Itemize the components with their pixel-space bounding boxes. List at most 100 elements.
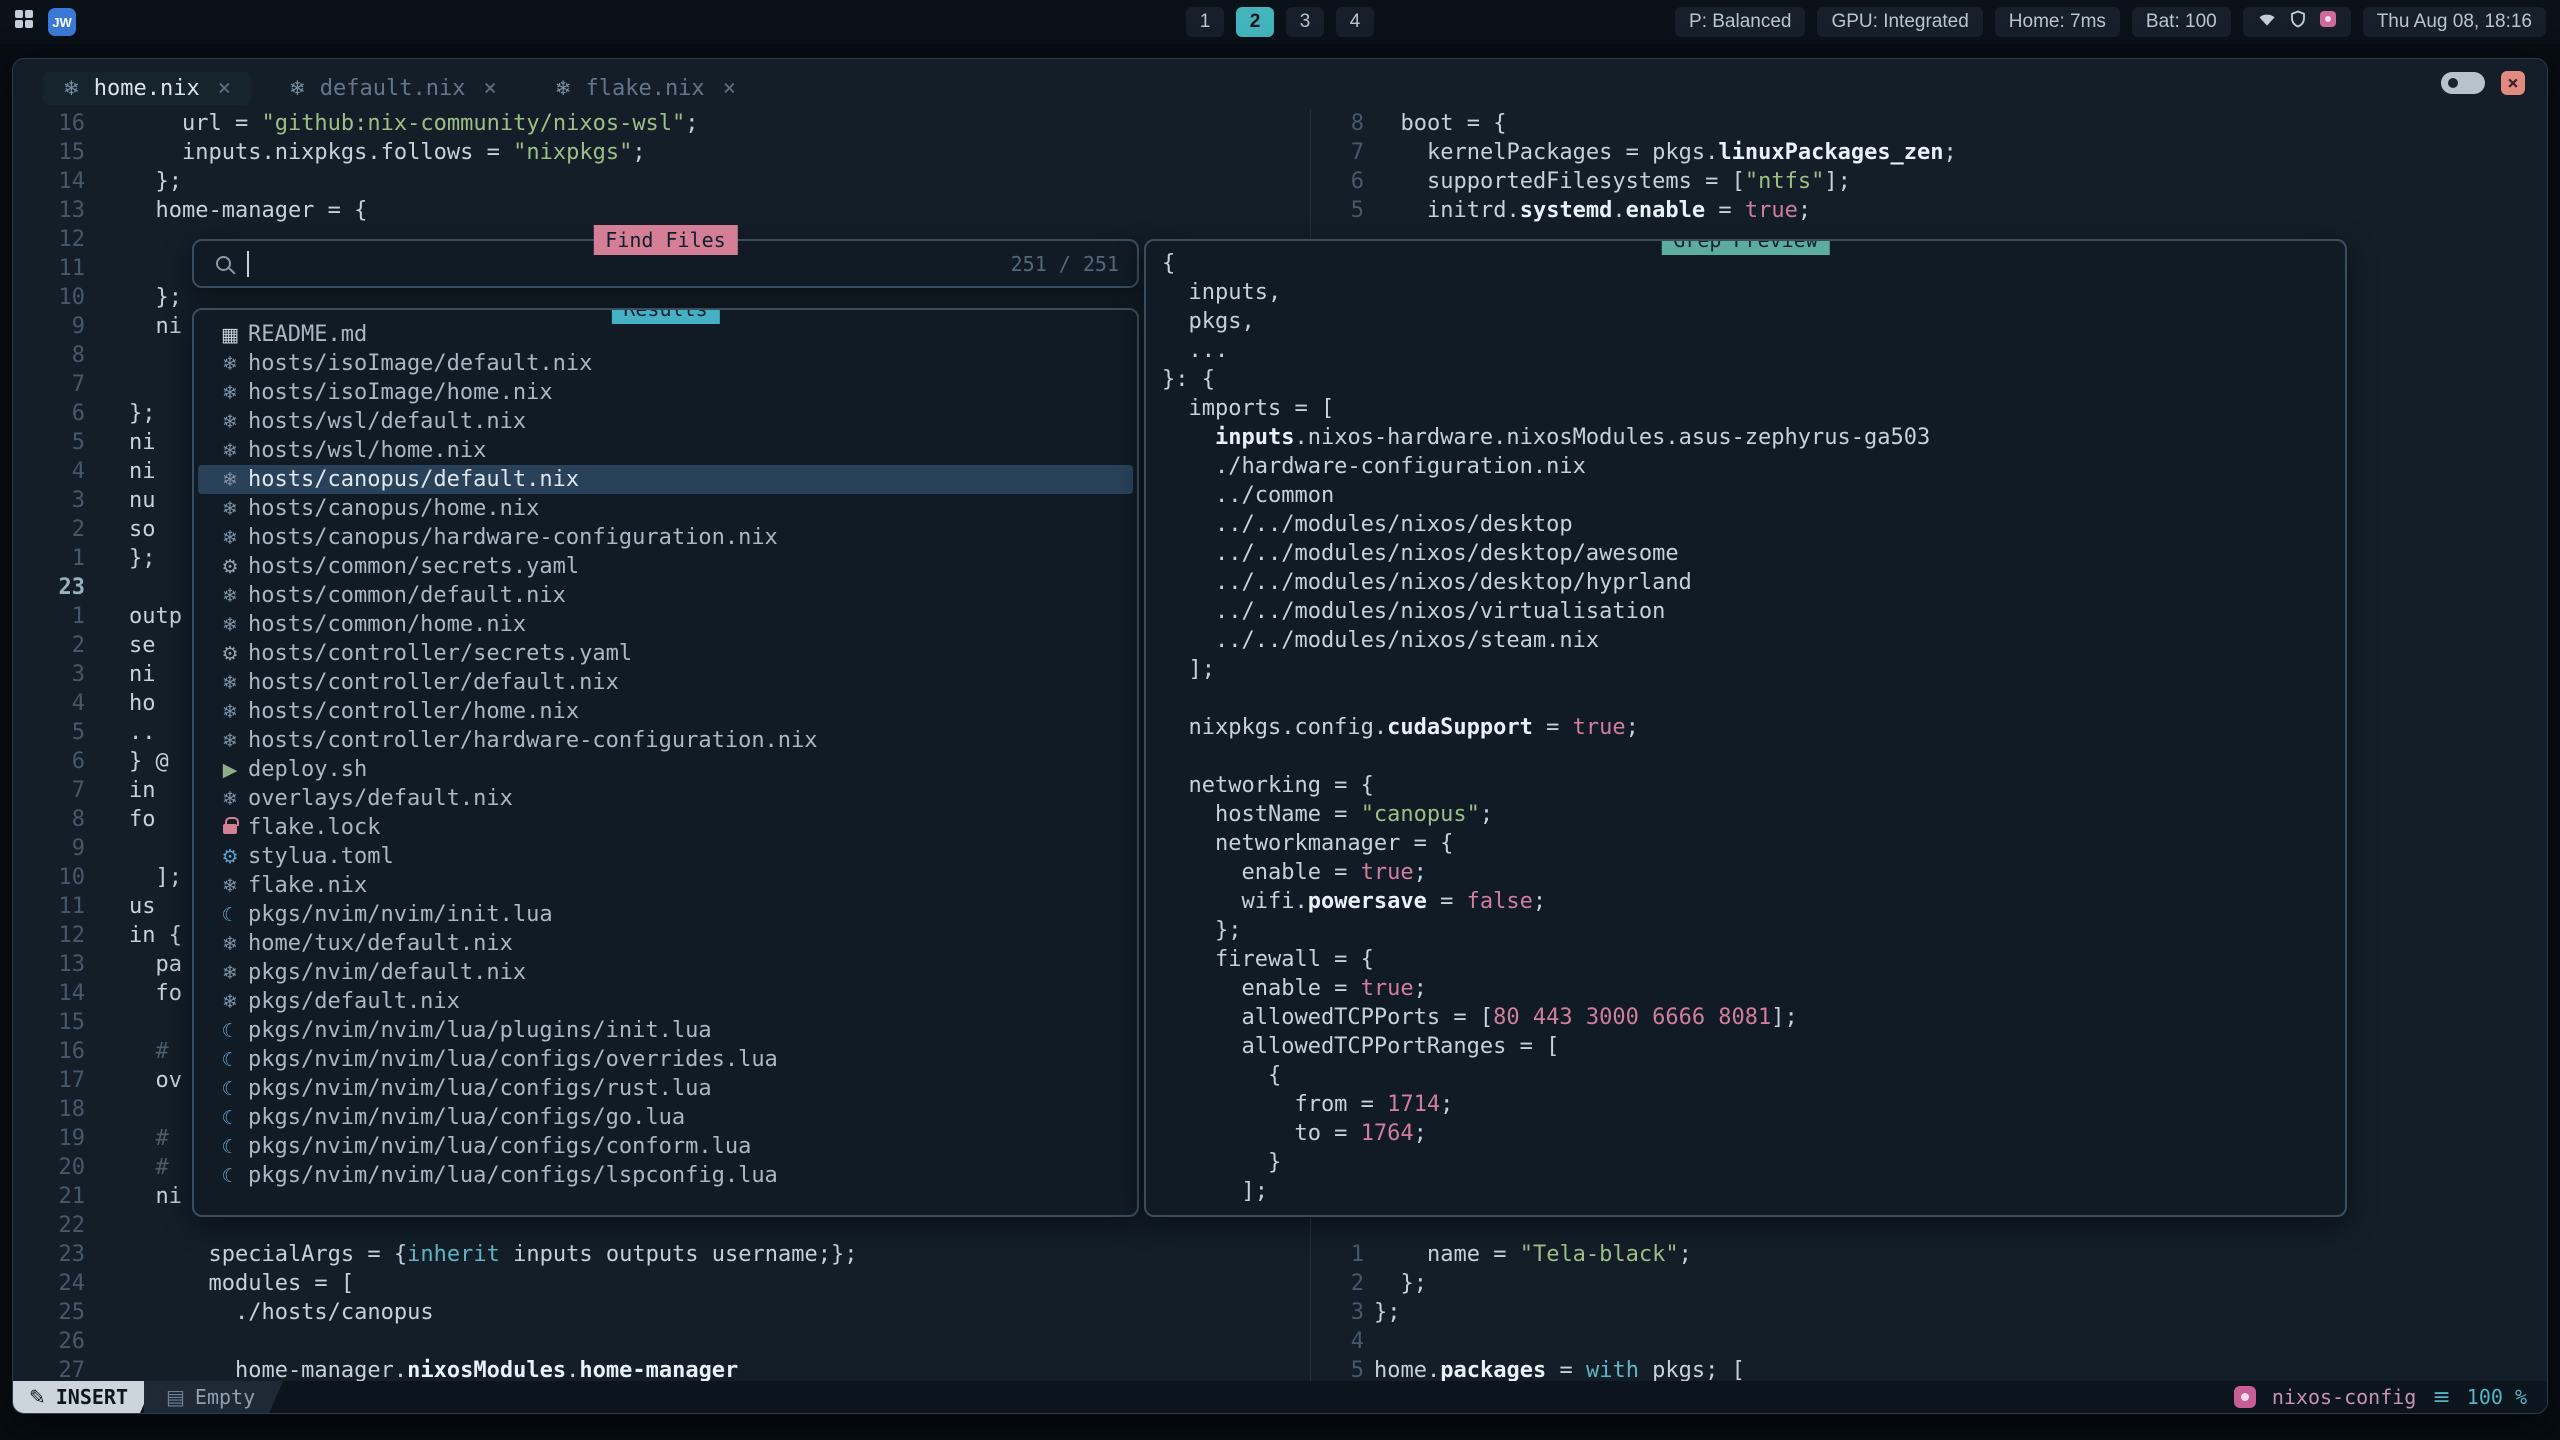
result-item[interactable]: ☾pkgs/nvim/nvim/init.lua xyxy=(198,900,1133,929)
shield-icon[interactable] xyxy=(2289,9,2307,35)
result-filename: deploy.sh xyxy=(248,757,367,782)
editor-line[interactable]: 24 modules = [ xyxy=(13,1269,1309,1298)
editor-line[interactable]: 5 initrd.systemd.enable = true; xyxy=(1316,196,2547,225)
result-item[interactable]: ⚙hosts/common/secrets.yaml xyxy=(198,552,1133,581)
result-item[interactable]: ☾pkgs/nvim/nvim/lua/configs/overrides.lu… xyxy=(198,1045,1133,1074)
result-item[interactable]: ☾pkgs/nvim/nvim/lua/plugins/init.lua xyxy=(198,1016,1133,1045)
result-item[interactable]: ⚙hosts/controller/secrets.yaml xyxy=(198,639,1133,668)
editor-line[interactable]: 16 url = "github:nix-community/nixos-wsl… xyxy=(13,109,1309,138)
result-item[interactable]: flake.lock xyxy=(198,813,1133,842)
result-item[interactable]: ▦README.md xyxy=(198,320,1133,349)
workspace-4[interactable]: 4 xyxy=(1336,7,1374,37)
editor-line[interactable]: 13 home-manager = { xyxy=(13,196,1309,225)
line-number: 8 xyxy=(13,341,85,370)
launcher-icon[interactable]: JW xyxy=(48,8,76,36)
clock[interactable]: Thu Aug 08, 18:16 xyxy=(2363,7,2546,37)
tab-close-button[interactable]: × xyxy=(218,76,231,101)
tab-close-button[interactable]: × xyxy=(483,76,496,101)
line-text: modules = [ xyxy=(85,1269,354,1298)
markdown-icon: ▦ xyxy=(212,324,248,346)
preview-line: ../common xyxy=(1162,481,2345,510)
result-item[interactable]: ❄hosts/canopus/default.nix xyxy=(198,465,1133,494)
preview-line: inputs.nixos-hardware.nixosModules.asus-… xyxy=(1162,423,2345,452)
module-3[interactable]: Bat: 100 xyxy=(2132,7,2231,37)
tab-flake.nix[interactable]: ❄flake.nix× xyxy=(535,72,756,105)
apps-grid-icon[interactable] xyxy=(14,9,34,35)
workspace-switcher: 1234 xyxy=(1186,7,1374,37)
result-item[interactable]: ❄hosts/controller/default.nix xyxy=(198,668,1133,697)
palette-icon[interactable] xyxy=(2319,10,2337,34)
result-item[interactable]: ❄overlays/default.nix xyxy=(198,784,1133,813)
result-counter: 251 / 251 xyxy=(1011,241,1119,286)
result-item[interactable]: ☾pkgs/nvim/nvim/lua/configs/go.lua xyxy=(198,1103,1133,1132)
line-number: 15 xyxy=(13,1008,85,1037)
result-item[interactable]: ⚙stylua.toml xyxy=(198,842,1133,871)
workspace-3[interactable]: 3 xyxy=(1286,7,1324,37)
line-number: 19 xyxy=(13,1124,85,1153)
tab-default.nix[interactable]: ❄default.nix× xyxy=(269,72,517,105)
lines-icon: ≡ xyxy=(2432,1385,2450,1410)
preview-line: ../../modules/nixos/desktop/awesome xyxy=(1162,539,2345,568)
result-filename: pkgs/nvim/nvim/init.lua xyxy=(248,902,553,927)
window-pin-toggle[interactable] xyxy=(2441,72,2485,94)
result-item[interactable]: ❄home/tux/default.nix xyxy=(198,929,1133,958)
result-item[interactable]: ☾pkgs/nvim/nvim/lua/configs/lspconfig.lu… xyxy=(198,1161,1133,1190)
editor-line[interactable]: 2 }; xyxy=(1316,1269,2547,1298)
preview-line: to = 1764; xyxy=(1162,1119,2345,1148)
editor-line[interactable]: 4 xyxy=(1316,1327,2547,1356)
wifi-icon[interactable] xyxy=(2257,9,2277,35)
tab-close-button[interactable]: × xyxy=(723,76,736,101)
top-bar: JW 1234 P: Balanced GPU: Integrated Home: … xyxy=(0,0,2560,44)
line-text: }; xyxy=(85,399,156,428)
tab-home.nix[interactable]: ❄home.nix× xyxy=(43,72,251,105)
yaml-icon: ⚙ xyxy=(212,556,248,578)
result-item[interactable]: ❄hosts/isoImage/default.nix xyxy=(198,349,1133,378)
line-text: # xyxy=(85,1124,169,1153)
editor-line[interactable]: 8 boot = { xyxy=(1316,109,2547,138)
editor-line[interactable]: 3}; xyxy=(1316,1298,2547,1327)
result-item[interactable]: ❄hosts/controller/hardware-configuration… xyxy=(198,726,1133,755)
editor-line[interactable]: 15 inputs.nixpkgs.follows = "nixpkgs"; xyxy=(13,138,1309,167)
nix-icon: ❄ xyxy=(212,527,248,549)
workspace-1[interactable]: 1 xyxy=(1186,7,1224,37)
result-item[interactable]: ☾pkgs/nvim/nvim/lua/configs/rust.lua xyxy=(198,1074,1133,1103)
status-modules: P: Balanced GPU: Integrated Home: 7ms Bat: … xyxy=(1675,7,2231,37)
editor-line[interactable]: 6 supportedFilesystems = ["ntfs"]; xyxy=(1316,167,2547,196)
result-item[interactable]: ❄flake.nix xyxy=(198,871,1133,900)
line-text xyxy=(85,1327,129,1356)
result-item[interactable]: ❄hosts/canopus/hardware-configuration.ni… xyxy=(198,523,1133,552)
line-text: fo xyxy=(85,805,156,834)
editor-line[interactable]: 14 }; xyxy=(13,167,1309,196)
editor-line[interactable]: 7 kernelPackages = pkgs.linuxPackages_ze… xyxy=(1316,138,2547,167)
line-number: 17 xyxy=(13,1066,85,1095)
result-item[interactable]: ❄pkgs/default.nix xyxy=(198,987,1133,1016)
line-text: pa xyxy=(85,950,182,979)
result-item[interactable]: ❄hosts/common/default.nix xyxy=(198,581,1133,610)
line-number: 8 xyxy=(13,805,85,834)
line-number: 8 xyxy=(1316,109,1364,138)
lua-icon: ☾ xyxy=(212,1049,248,1071)
result-item[interactable]: ❄hosts/wsl/home.nix xyxy=(198,436,1133,465)
module-0[interactable]: P: Balanced xyxy=(1675,7,1805,37)
editor-line[interactable]: 1 name = "Tela-black"; xyxy=(1316,1240,2547,1269)
result-item[interactable]: ❄hosts/isoImage/home.nix xyxy=(198,378,1133,407)
result-item[interactable]: ❄hosts/wsl/default.nix xyxy=(198,407,1133,436)
result-item[interactable]: ❄hosts/common/home.nix xyxy=(198,610,1133,639)
window-close-button[interactable]: × xyxy=(2501,71,2525,95)
module-2[interactable]: Home: 7ms xyxy=(1995,7,2120,37)
preview-line: networkmanager = { xyxy=(1162,829,2345,858)
result-item[interactable]: ❄pkgs/nvim/default.nix xyxy=(198,958,1133,987)
result-item[interactable]: ☾pkgs/nvim/nvim/lua/configs/conform.lua xyxy=(198,1132,1133,1161)
result-item[interactable]: ❄hosts/canopus/home.nix xyxy=(198,494,1133,523)
editor-line[interactable]: 25 ./hosts/canopus xyxy=(13,1298,1309,1327)
editor-line[interactable]: 26 xyxy=(13,1327,1309,1356)
line-number: 4 xyxy=(13,689,85,718)
workspace-2[interactable]: 2 xyxy=(1236,7,1274,37)
editor-line[interactable]: 23 specialArgs = {inherit inputs outputs… xyxy=(13,1240,1309,1269)
module-1[interactable]: GPU: Integrated xyxy=(1817,7,1982,37)
nix-icon: ❄ xyxy=(212,585,248,607)
result-item[interactable]: ▶deploy.sh xyxy=(198,755,1133,784)
nix-icon: ❄ xyxy=(555,76,572,100)
result-item[interactable]: ❄hosts/controller/home.nix xyxy=(198,697,1133,726)
line-number: 4 xyxy=(13,457,85,486)
